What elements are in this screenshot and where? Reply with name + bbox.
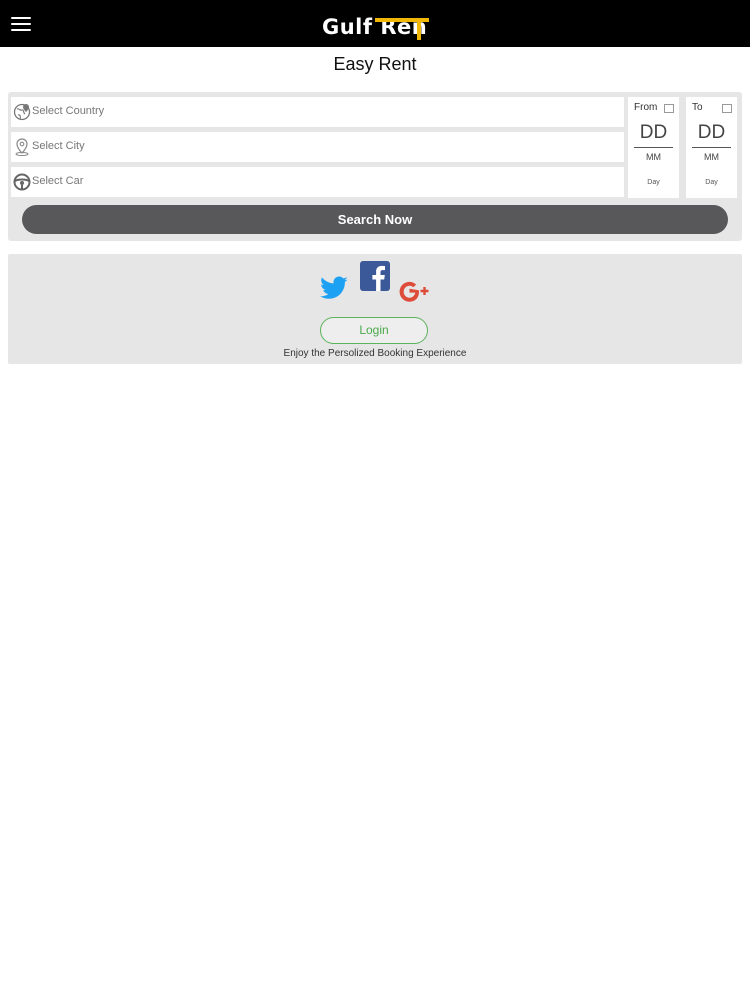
facebook-icon[interactable]	[360, 261, 390, 291]
calendar-icon	[664, 104, 674, 113]
steering-wheel-icon	[13, 173, 31, 191]
logo-accent-stem	[417, 18, 421, 40]
location-pin-icon	[15, 138, 29, 156]
to-label: To	[692, 102, 703, 113]
from-day-value: DD	[639, 122, 668, 143]
divider	[692, 147, 731, 148]
to-weekday-value: Day	[705, 179, 718, 186]
calendar-icon	[722, 104, 732, 113]
social-login-panel: Login Enjoy the Persolized Booking Exper…	[8, 254, 742, 364]
top-bar: Gulf RenT	[0, 0, 750, 47]
search-panel: Select Country Select City Select Car Fr…	[8, 92, 742, 241]
logo-text-gulf: Gulf	[322, 15, 381, 39]
from-date-picker[interactable]: From DD MM Day	[628, 97, 679, 198]
city-placeholder: Select City	[32, 140, 85, 152]
hamburger-menu-icon[interactable]	[11, 17, 31, 33]
page-title: Easy Rent	[333, 54, 417, 74]
tagline-text: Enjoy the Persolized Booking Experience	[283, 348, 467, 359]
from-label: From	[634, 102, 658, 113]
city-select[interactable]: Select City	[11, 132, 624, 162]
to-day-value: DD	[697, 122, 726, 143]
car-select[interactable]: Select Car	[11, 167, 624, 197]
login-button[interactable]: Login	[320, 317, 428, 344]
car-placeholder: Select Car	[32, 175, 84, 187]
divider	[634, 147, 673, 148]
country-select[interactable]: Select Country	[11, 97, 624, 127]
search-now-button[interactable]: Search Now	[22, 205, 728, 234]
google-plus-icon[interactable]	[399, 279, 431, 303]
from-month-value: MM	[646, 152, 661, 162]
to-date-picker[interactable]: To DD MM Day	[686, 97, 737, 198]
to-month-value: MM	[704, 152, 719, 162]
from-weekday-value: Day	[647, 179, 660, 186]
globe-pin-icon	[13, 103, 31, 121]
country-placeholder: Select Country	[32, 105, 105, 117]
twitter-icon[interactable]	[319, 276, 349, 302]
